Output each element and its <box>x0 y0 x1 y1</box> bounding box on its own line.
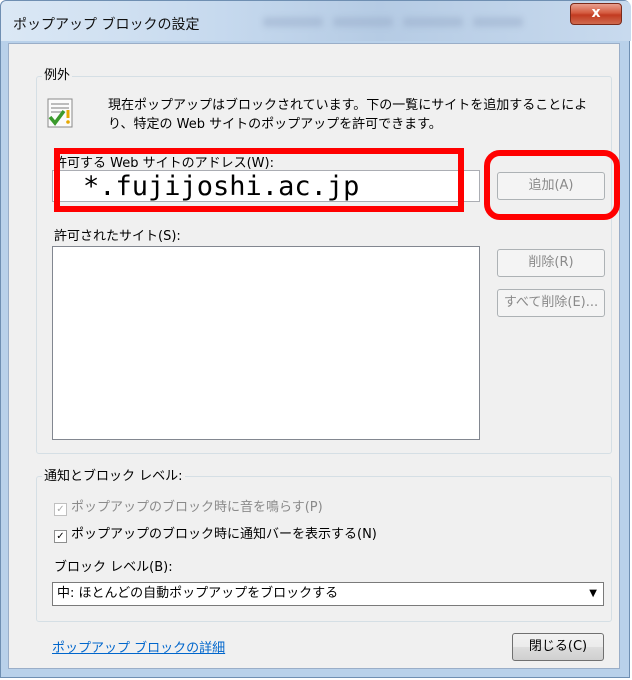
checkbox-check-icon: ✓ <box>54 503 67 516</box>
title-bar[interactable]: ポップアップ ブロックの設定 x <box>1 1 631 41</box>
sound-checkbox[interactable]: ✓ ポップアップのブロック時に音を鳴らす(P) <box>54 496 323 516</box>
close-icon: x <box>591 5 601 21</box>
popup-blocked-icon <box>47 98 73 128</box>
allowed-sites-list[interactable] <box>52 246 480 440</box>
window-title: ポップアップ ブロックの設定 <box>13 17 200 33</box>
title-background-blur <box>403 17 463 27</box>
infobar-checkbox[interactable]: ✓ ポップアップのブロック時に通知バーを表示する(N) <box>54 523 377 543</box>
allowed-sites-label: 許可されたサイト(S): <box>54 229 181 244</box>
remove-all-button[interactable]: すべて削除(E)... <box>497 289 605 317</box>
sound-checkbox-label: ポップアップのブロック時に音を鳴らす(P) <box>71 500 323 515</box>
block-level-value: 中: ほとんどの自動ポップアップをブロックする <box>57 586 339 601</box>
block-level-label: ブロック レベル(B): <box>54 560 173 575</box>
exceptions-group-label: 例外 <box>42 64 73 83</box>
address-highlight-box <box>54 148 464 212</box>
dropdown-arrow-icon: ▼ <box>589 588 597 599</box>
title-background-blur <box>333 17 393 27</box>
notifications-group-label: 通知とブロック レベル: <box>42 465 185 484</box>
title-background-blur <box>263 17 323 27</box>
remove-button[interactable]: 削除(R) <box>497 249 605 277</box>
block-level-select[interactable]: 中: ほとんどの自動ポップアップをブロックする ▼ <box>52 582 604 606</box>
exceptions-message: 現在ポップアップはブロックされています。下の一覧にサイトを追加することにより、特… <box>108 98 588 132</box>
popup-blocker-details-link[interactable]: ポップアップ ブロックの詳細 <box>52 637 225 656</box>
checkbox-check-icon: ✓ <box>54 530 67 543</box>
close-window-button[interactable]: x <box>570 3 622 25</box>
title-background-blur <box>473 17 523 27</box>
close-button[interactable]: 閉じる(C) <box>512 633 604 661</box>
add-button-highlight-box <box>484 150 620 220</box>
infobar-checkbox-label: ポップアップのブロック時に通知バーを表示する(N) <box>71 527 377 542</box>
